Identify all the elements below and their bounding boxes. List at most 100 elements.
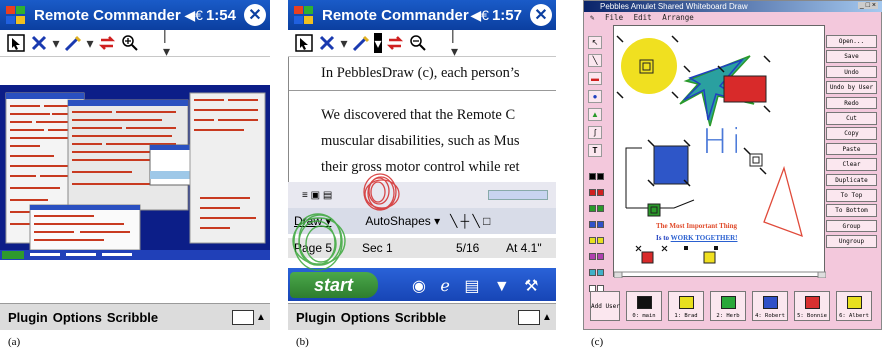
dropdown-arrow-icon[interactable]: |▾ xyxy=(163,27,171,59)
color-swatch[interactable] xyxy=(589,221,596,228)
canvas-text-line2[interactable]: Is to WORK TOGETHER! xyxy=(656,234,738,242)
command-button-clear[interactable]: Clear xyxy=(826,158,877,171)
circle-tool-icon[interactable]: ● xyxy=(588,90,602,103)
pin-tool-icon[interactable] xyxy=(317,33,337,53)
menu-options[interactable]: Options xyxy=(341,310,390,325)
menu-scribble[interactable]: Scribble xyxy=(395,310,446,325)
up-arrow-icon[interactable]: ▲ xyxy=(542,312,552,323)
user-tile[interactable]: 1: Brad xyxy=(668,291,704,321)
pin-tool-icon[interactable] xyxy=(29,33,49,53)
command-button-cut[interactable]: Cut xyxy=(826,112,877,125)
user-tile[interactable]: 0: main xyxy=(626,291,662,321)
menu-options[interactable]: Options xyxy=(53,310,102,325)
polygon-tool-icon[interactable]: ▲ xyxy=(588,108,602,121)
command-button-copy[interactable]: Copy xyxy=(826,127,877,140)
canvas-text-line1[interactable]: The Most Important Thing xyxy=(656,222,737,230)
command-button-paste[interactable]: Paste xyxy=(826,142,877,156)
dropdown-arrow-icon[interactable]: ▾ xyxy=(86,33,94,53)
user-name-label: 0: main xyxy=(632,313,656,319)
user-tile[interactable]: 6: Albert xyxy=(836,291,872,321)
drawing-canvas[interactable]: The Most Important Thing Is to WORK TOGE… xyxy=(613,25,827,279)
user-tile[interactable]: 4: Robert xyxy=(752,291,788,321)
sync-icon[interactable] xyxy=(385,33,405,53)
command-button-save[interactable]: Save xyxy=(826,50,877,63)
command-button-ungroup[interactable]: Ungroup xyxy=(826,235,877,248)
line-tool-icon[interactable]: ╲ xyxy=(588,54,602,67)
color-swatch[interactable] xyxy=(589,205,596,212)
rectangle-tool-icon[interactable]: ▬ xyxy=(588,72,602,85)
command-button-group[interactable]: Group xyxy=(826,219,877,233)
freehand-tool-icon[interactable]: ʃ xyxy=(588,126,602,139)
color-swatch[interactable] xyxy=(597,253,604,260)
close-button[interactable]: ✕ xyxy=(530,4,552,26)
color-swatch[interactable] xyxy=(589,173,596,180)
user-tile[interactable]: 2: Herb xyxy=(710,291,746,321)
color-swatch[interactable] xyxy=(597,237,604,244)
windows-start-icon[interactable] xyxy=(292,4,318,26)
menu-scribble[interactable]: Scribble xyxy=(107,310,158,325)
user-color-icon xyxy=(637,296,652,309)
command-button-undo-by-user[interactable]: Undo by User xyxy=(826,81,877,94)
command-button-duplicate[interactable]: Duplicate xyxy=(826,173,877,187)
sync-icon[interactable] xyxy=(97,33,117,53)
pen-tool-icon[interactable] xyxy=(351,33,371,53)
volume-icon[interactable]: ◀€ xyxy=(184,7,203,24)
keyboard-icon[interactable] xyxy=(518,309,540,325)
user-name-label: 6: Albert xyxy=(839,313,869,319)
user-color-icon xyxy=(679,296,694,309)
command-button-to-bottom[interactable]: To Bottom xyxy=(826,204,877,217)
whiteboard-frame: Pebbles Amulet Shared Whiteboard Draw _ … xyxy=(583,0,882,330)
command-button-redo[interactable]: Redo xyxy=(826,96,877,110)
clock: 1:54 xyxy=(205,6,236,24)
zoom-in-icon[interactable] xyxy=(120,33,140,53)
menu-edit[interactable]: Edit xyxy=(634,13,652,22)
color-swatch[interactable] xyxy=(597,205,604,212)
remote-document-view[interactable]: In PebblesDraw (c), each person’s We dis… xyxy=(288,57,556,182)
pocketpc-screen-b: Remote Commander ◀€ 1:57 ✕ ▾ ▾ |▾ In Peb… xyxy=(288,0,556,330)
canvas-hi-handwriting[interactable]: Hi xyxy=(702,122,745,162)
menu-bar: ✎ File Edit Arrange xyxy=(584,12,882,24)
arrow-tool-icon[interactable]: ↖ xyxy=(588,36,602,49)
menu-bar: Plugin Options Scribble ▲ xyxy=(0,303,270,330)
zoom-out-icon[interactable] xyxy=(408,33,428,53)
menu-file[interactable]: File xyxy=(605,13,623,22)
color-swatch[interactable] xyxy=(589,269,596,276)
color-swatch[interactable] xyxy=(589,253,596,260)
command-button-undo[interactable]: Undo xyxy=(826,65,877,79)
window-controls[interactable]: _ □ × xyxy=(857,2,878,9)
volume-icon[interactable]: ◀€ xyxy=(470,7,489,24)
dropdown-arrow-icon[interactable]: ▾ xyxy=(52,33,60,53)
title-bar: Remote Commander ◀€ 1:54 ✕ xyxy=(0,0,270,30)
color-swatch[interactable] xyxy=(597,189,604,196)
color-swatch[interactable] xyxy=(597,221,604,228)
dropdown-arrow-icon[interactable]: |▾ xyxy=(451,27,459,59)
pen-tool-icon[interactable] xyxy=(63,33,83,53)
app-title: Remote Commander xyxy=(322,6,469,24)
command-button-to-top[interactable]: To Top xyxy=(826,189,877,202)
color-swatch[interactable] xyxy=(589,237,596,244)
menu-plugin[interactable]: Plugin xyxy=(8,310,48,325)
color-swatch[interactable] xyxy=(597,269,604,276)
app-logo-icon: ✎ xyxy=(590,13,595,22)
dropdown-arrow-icon[interactable]: ▾ xyxy=(340,33,348,53)
keyboard-icon[interactable] xyxy=(232,309,254,325)
select-tool-icon[interactable] xyxy=(294,33,314,53)
up-arrow-icon[interactable]: ▲ xyxy=(256,312,266,323)
command-button-open[interactable]: Open... xyxy=(826,35,877,48)
caption-a: (a) xyxy=(8,336,21,348)
close-button[interactable]: ✕ xyxy=(244,4,266,26)
dropdown-arrow-icon[interactable]: ▾ xyxy=(374,33,382,53)
menu-plugin[interactable]: Plugin xyxy=(296,310,336,325)
remote-desktop-view[interactable] xyxy=(0,85,270,260)
user-tile[interactable]: 5: Bonnie xyxy=(794,291,830,321)
toolbar: ▾ ▾ |▾ xyxy=(288,27,556,59)
app-title: Remote Commander xyxy=(34,6,181,24)
select-tool-icon[interactable] xyxy=(6,33,26,53)
user-name-label: 1: Brad xyxy=(674,313,698,319)
add-user-button[interactable]: Add User xyxy=(590,291,620,321)
color-swatch[interactable] xyxy=(589,189,596,196)
text-tool-icon[interactable]: T xyxy=(588,144,602,157)
color-swatch[interactable] xyxy=(597,173,604,180)
menu-arrange[interactable]: Arrange xyxy=(662,13,694,22)
windows-start-icon[interactable] xyxy=(4,4,30,26)
